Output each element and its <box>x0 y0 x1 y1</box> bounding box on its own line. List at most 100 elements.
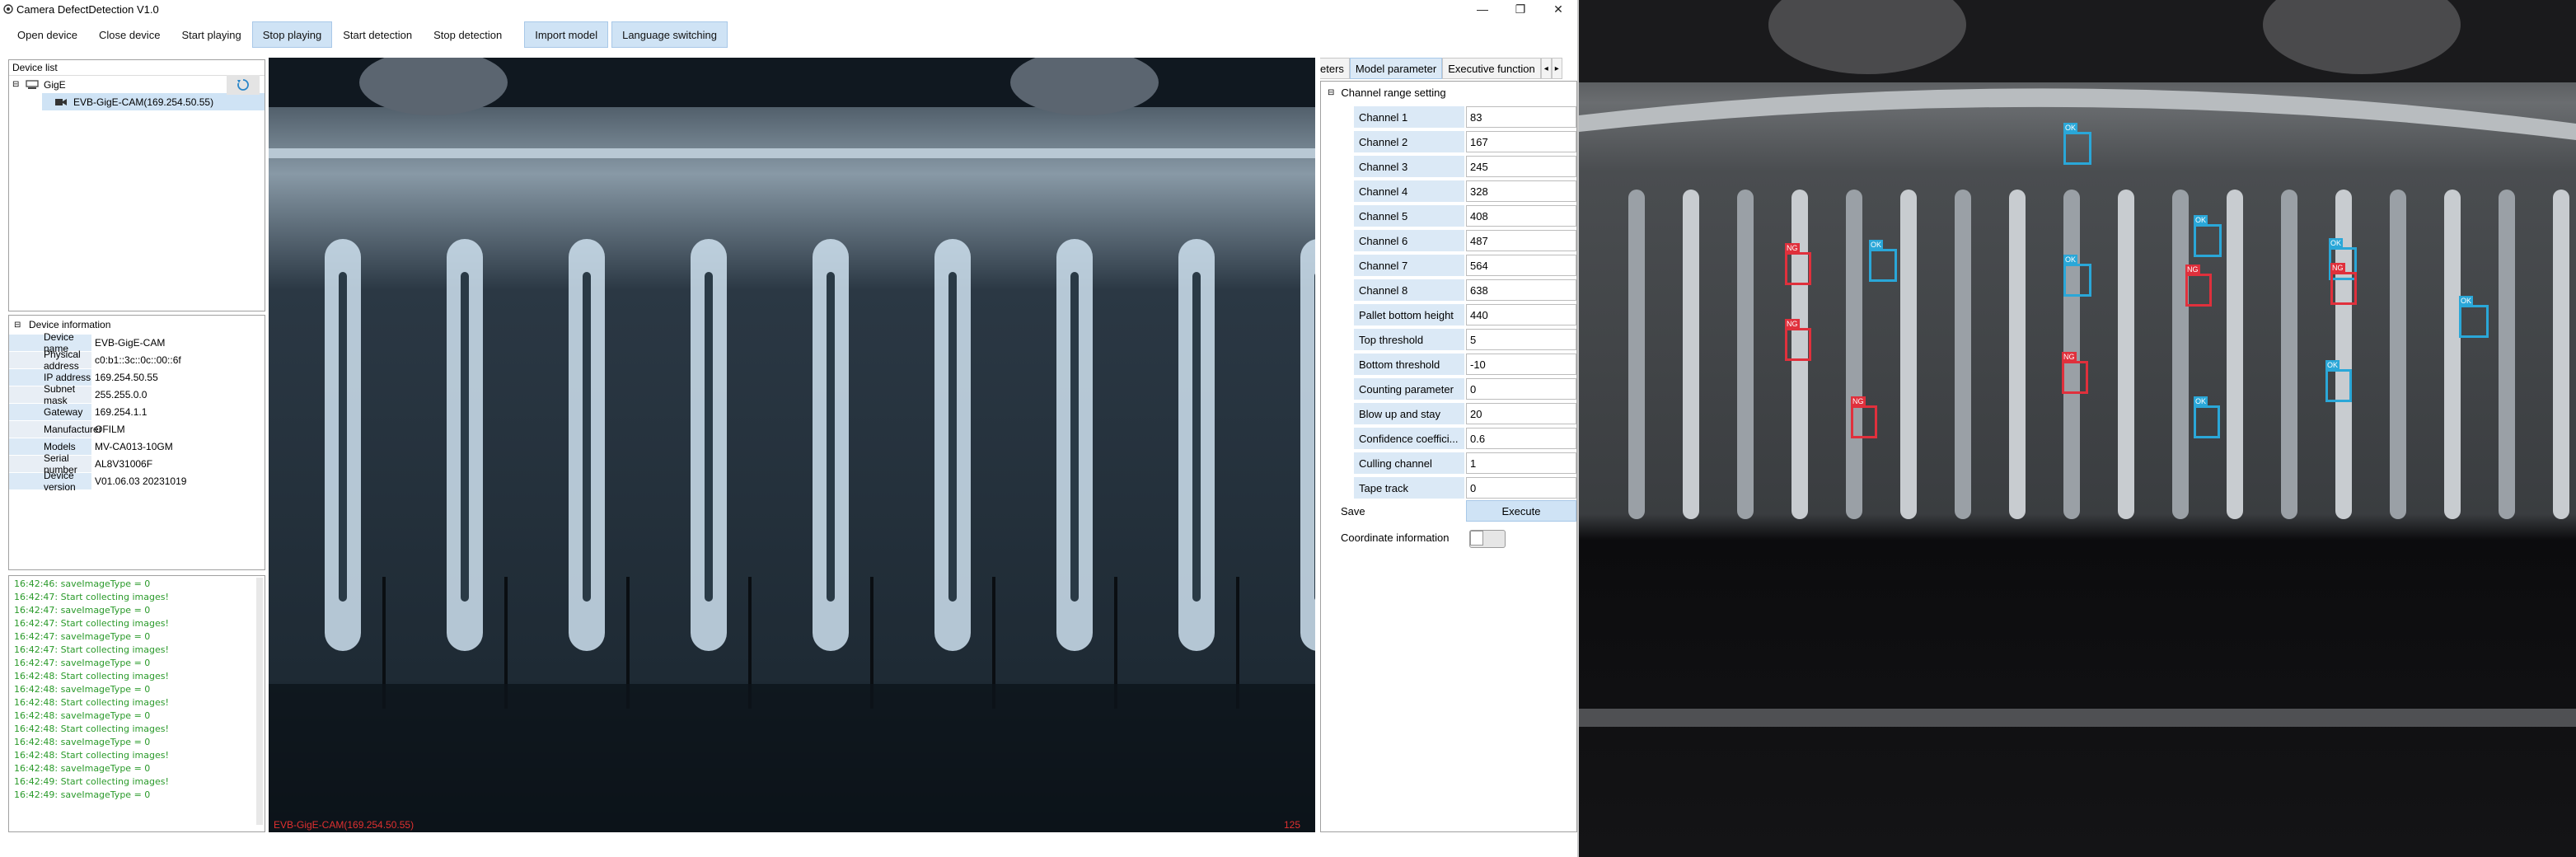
live-video-view[interactable]: EVB-GigE-CAM(169.254.50.55) 125 <box>269 58 1315 832</box>
collapse-icon[interactable]: ⊟ <box>14 321 26 330</box>
param-input[interactable]: 20 <box>1466 403 1576 424</box>
language-switching-button[interactable]: Language switching <box>611 21 728 48</box>
tube-bar <box>1846 190 1862 519</box>
tab-model-parameter[interactable]: Model parameter <box>1349 58 1443 79</box>
param-label: Channel 5 <box>1354 205 1464 227</box>
param-row: Confidence coeffici... 0.6 <box>1354 428 1576 451</box>
param-row: Channel 4 328 <box>1354 180 1576 204</box>
app-window: Camera DefectDetection V1.0 — ❐ ✕ Open d… <box>0 0 1579 857</box>
param-label: Tape track <box>1354 477 1464 499</box>
window-controls: — ❐ ✕ <box>1464 0 1577 18</box>
detection-box-ok: OK <box>2194 396 2220 438</box>
log-line: 16:42:48: Start collecting images! <box>14 671 169 681</box>
detection-label: NG <box>1851 396 1866 406</box>
info-value: 169.254.1.1 <box>95 405 148 418</box>
tree-group-gige[interactable]: ⊟ GigE <box>9 74 265 95</box>
detection-label: NG <box>2330 263 2345 273</box>
info-value: OFILM <box>95 423 125 435</box>
window-title: Camera DefectDetection V1.0 <box>16 2 159 16</box>
param-label: Channel 4 <box>1354 180 1464 202</box>
param-label: Channel 8 <box>1354 279 1464 301</box>
tab-parameters-partial[interactable]: eters <box>1320 58 1350 79</box>
param-label: Top threshold <box>1354 329 1464 350</box>
param-input[interactable]: 0 <box>1466 477 1576 499</box>
network-icon <box>26 79 39 89</box>
param-input[interactable]: 5 <box>1466 329 1576 350</box>
log-line: 16:42:49: Start collecting images! <box>14 776 169 787</box>
param-label: Counting parameter <box>1354 378 1464 400</box>
param-row: Channel 6 487 <box>1354 230 1576 253</box>
param-input[interactable]: 0.6 <box>1466 428 1576 449</box>
param-input[interactable]: 638 <box>1466 279 1576 301</box>
open-device-button[interactable]: Open device <box>7 21 88 48</box>
param-input[interactable]: -10 <box>1466 354 1576 375</box>
param-label: Confidence coeffici... <box>1354 428 1464 449</box>
collapse-icon[interactable]: ⊟ <box>1328 88 1334 97</box>
info-value: AL8V31006F <box>95 457 153 470</box>
device-info-title: Device information <box>29 319 111 330</box>
tree-device-item[interactable]: EVB-GigE-CAM(169.254.50.55) <box>42 93 265 110</box>
param-input[interactable]: 328 <box>1466 180 1576 202</box>
info-row: Device version V01.06.03 20231019 <box>9 470 265 493</box>
detection-result-image: OK OK OK OK OK OK OK OK NG NG NG NG NG NG <box>1579 0 2576 857</box>
param-row: Channel 2 167 <box>1354 131 1576 154</box>
start-detection-button[interactable]: Start detection <box>332 21 424 48</box>
info-row: Physical address c0:b1::3c::0c::00::6f <box>9 349 265 372</box>
maximize-button[interactable]: ❐ <box>1501 0 1539 18</box>
refresh-icon <box>237 78 249 91</box>
tab-executive-function[interactable]: Executive function <box>1442 58 1541 79</box>
info-row: Gateway 169.254.1.1 <box>9 403 265 420</box>
tab-scroll-left-button[interactable]: ◂ <box>1540 58 1552 79</box>
tube-bar <box>2553 190 2569 519</box>
param-input[interactable]: 0 <box>1466 378 1576 400</box>
tube-bar <box>2444 190 2461 519</box>
param-label: Pallet bottom height <box>1354 304 1464 325</box>
detection-box-ok: OK <box>2063 123 2091 165</box>
detection-box-ok: OK <box>2194 215 2222 257</box>
detection-label: NG <box>1785 243 1800 253</box>
log-line: 16:42:48: Start collecting images! <box>14 697 169 708</box>
coordinate-info-toggle[interactable] <box>1469 530 1506 548</box>
tube-bar <box>2499 190 2515 519</box>
start-playing-button[interactable]: Start playing <box>171 21 252 48</box>
detection-box-ng: NG <box>1785 243 1811 285</box>
param-input[interactable]: 487 <box>1466 230 1576 251</box>
device-info-list: Device name EVB-GigE-CAM Physical address… <box>9 331 265 493</box>
detection-box-ng: NG <box>1851 396 1877 438</box>
param-row: Blow up and stay 20 <box>1354 403 1576 426</box>
param-input[interactable]: 167 <box>1466 131 1576 152</box>
info-key: Manufacturer <box>9 420 102 438</box>
param-input[interactable]: 440 <box>1466 304 1576 325</box>
param-row: Channel 8 638 <box>1354 279 1576 302</box>
channel-range-section-header[interactable]: ⊟ Channel range setting <box>1328 87 1446 99</box>
log-panel[interactable]: 16:42:46: saveImageType = 0 16:42:47: Sta… <box>8 575 265 832</box>
section-title: Channel range setting <box>1341 87 1446 99</box>
camera-icon <box>55 98 67 105</box>
title-bar: Camera DefectDetection V1.0 — ❐ ✕ <box>0 0 1577 18</box>
detection-box-ok: OK <box>2325 360 2352 402</box>
param-input[interactable]: 1 <box>1466 452 1576 474</box>
close-device-button[interactable]: Close device <box>88 21 171 48</box>
collapse-icon[interactable]: ⊟ <box>12 80 24 89</box>
param-input[interactable]: 564 <box>1466 255 1576 276</box>
refresh-button[interactable] <box>227 74 260 95</box>
param-label: Channel 6 <box>1354 230 1464 251</box>
execute-button[interactable]: Execute <box>1466 500 1576 522</box>
param-row: Bottom threshold -10 <box>1354 354 1576 377</box>
minimize-button[interactable]: — <box>1464 0 1501 18</box>
info-value: c0:b1::3c::0c::00::6f <box>95 354 181 366</box>
log-scrollbar[interactable] <box>256 578 263 825</box>
stop-detection-button[interactable]: Stop detection <box>423 21 513 48</box>
stop-playing-button[interactable]: Stop playing <box>251 21 333 48</box>
device-list-header: Device list <box>9 60 265 76</box>
import-model-button[interactable]: Import model <box>524 21 609 48</box>
tube-bar <box>2390 190 2406 519</box>
detection-label: OK <box>2194 215 2208 225</box>
param-input[interactable]: 83 <box>1466 106 1576 128</box>
param-input[interactable]: 245 <box>1466 156 1576 177</box>
info-key: Gateway <box>9 403 91 420</box>
close-button[interactable]: ✕ <box>1539 0 1577 18</box>
tube <box>1300 239 1315 651</box>
tab-scroll-right-button[interactable]: ▸ <box>1551 58 1562 79</box>
param-input[interactable]: 408 <box>1466 205 1576 227</box>
